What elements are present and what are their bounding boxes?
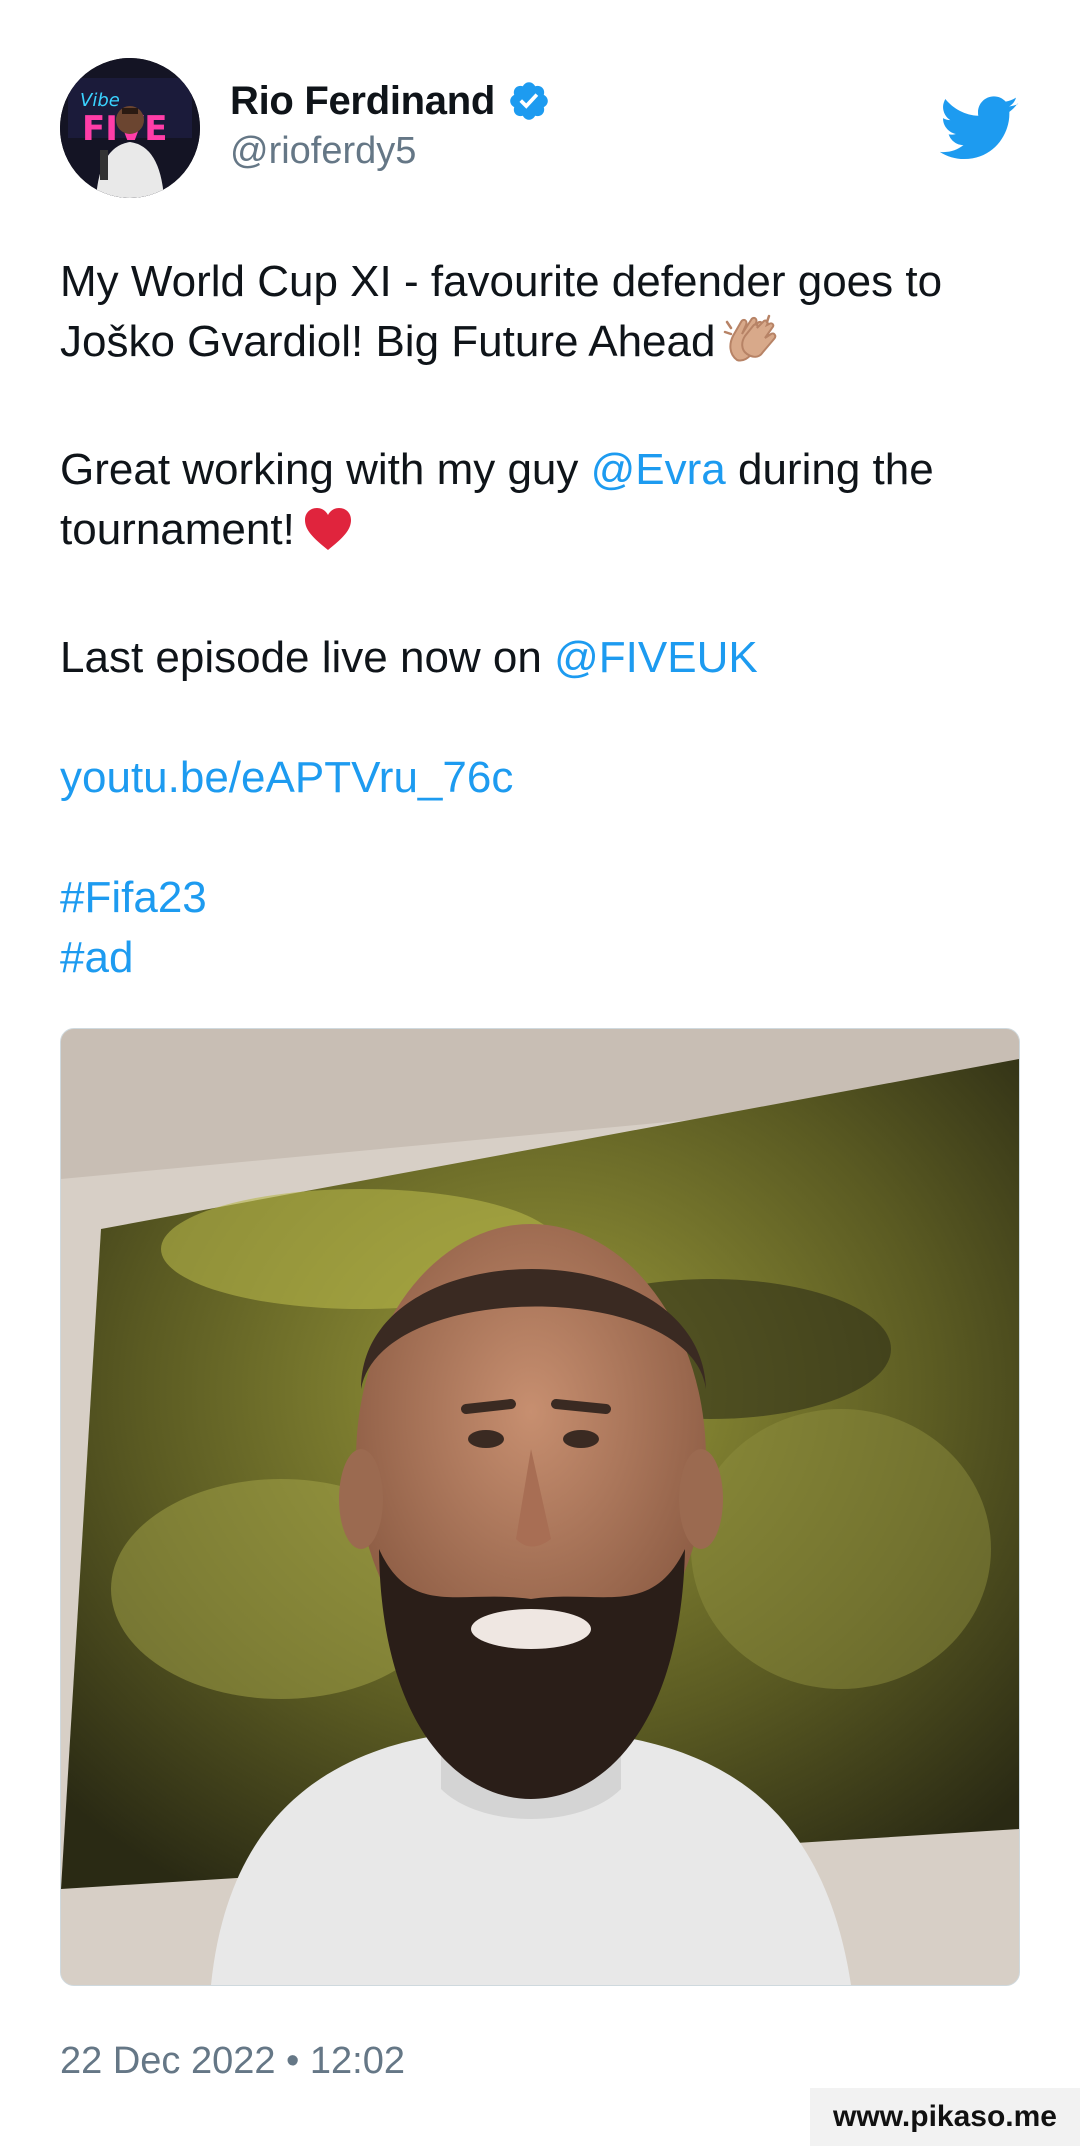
tweet-text-line: My World Cup XI - favourite defender goe… [60, 257, 943, 366]
verified-badge-icon [507, 79, 551, 123]
author-handle[interactable]: @rioferdy5 [230, 130, 551, 173]
hashtag-link-ad[interactable]: #ad [60, 933, 133, 982]
tweet-media-thumbnail[interactable] [60, 1028, 1020, 1986]
tweet-body: My World Cup XI - favourite defender goe… [60, 252, 1020, 988]
tweet-paragraph: Great working with my guy @Evra during t… [60, 440, 1020, 568]
svg-text:Vibe: Vibe [80, 90, 120, 111]
avatar[interactable]: Vibe FIVE [60, 58, 200, 198]
watermark: www.pikaso.me [810, 2088, 1080, 2146]
tweet-paragraph: Last episode live now on @FIVEUK [60, 628, 1020, 688]
tweet-paragraph: youtu.be/eAPTVru_76c [60, 748, 1020, 808]
twitter-bird-icon [939, 96, 1020, 162]
youtube-link[interactable]: youtu.be/eAPTVru_76c [60, 753, 513, 802]
tweet-paragraph: My World Cup XI - favourite defender goe… [60, 252, 1020, 380]
tweet-text-line: Last episode live now on [60, 633, 555, 682]
tweet-timestamp[interactable]: 22 Dec 2022 • 12:02 [60, 2040, 405, 2083]
mention-link-fiveuk[interactable]: @FIVEUK [554, 633, 758, 682]
tweet-paragraph: #ad [60, 928, 1020, 988]
tweet-paragraph: #Fifa23 [60, 868, 1020, 928]
clapping-hands-emoji-icon [723, 314, 779, 380]
hashtag-link-fifa23[interactable]: #Fifa23 [60, 873, 207, 922]
tweet-header: Vibe FIVE Rio Ferdinand @rioferdy5 [60, 58, 1020, 198]
red-heart-emoji-icon [303, 506, 353, 568]
author-name[interactable]: Rio Ferdinand [230, 79, 495, 124]
tweet-text-line: Great working with my guy [60, 445, 591, 494]
mention-link-evra[interactable]: @Evra [591, 445, 726, 494]
